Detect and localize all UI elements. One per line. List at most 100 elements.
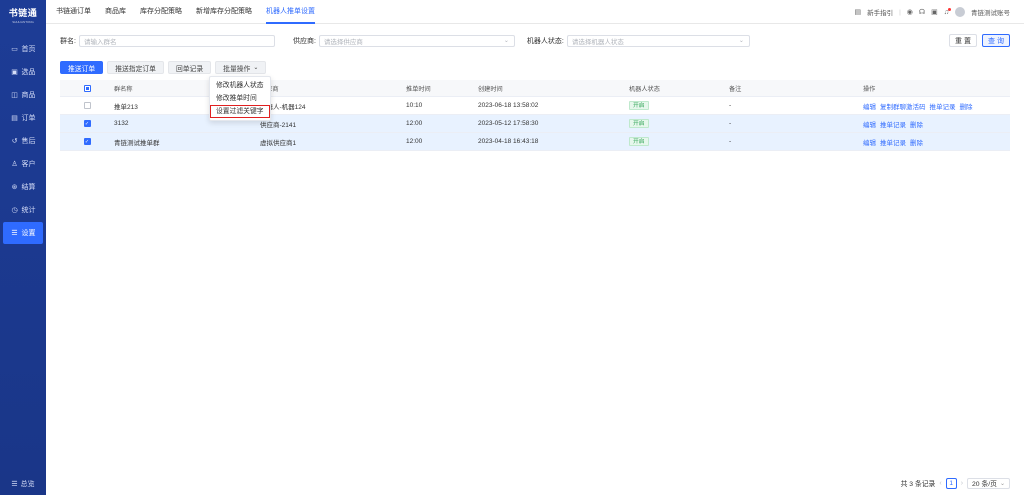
top-bar: 书链通订单 商品库 库存分配策略 新增库存分配策略 机器人推单设置 ▤ 新手指引 | ◉… (46, 0, 1024, 24)
group-name-placeholder: 请输入群名 (83, 39, 117, 46)
select-all-checkbox[interactable] (83, 84, 91, 92)
chevron-down-icon: ⌄ (738, 38, 744, 44)
row-action-link[interactable]: 推单记录 (930, 104, 956, 111)
sidebar-item-overview[interactable]: ☰ 总览 (0, 479, 46, 489)
chevron-down-icon: ⌄ (503, 38, 509, 44)
top-tab-4[interactable]: 机器人推单设置 (266, 0, 315, 24)
push-order-button[interactable]: 推送订单 (60, 61, 104, 74)
top-tab-1[interactable]: 商品库 (105, 0, 126, 24)
sidebar-item-after-sale[interactable]: ↺ 售后 (0, 130, 46, 152)
cell-created-time: 2023-05-12 17:58:30 (478, 120, 539, 127)
cell-robot-status: 开启 (629, 137, 729, 146)
top-nav: 书链通订单 商品库 库存分配策略 新增库存分配策略 机器人推单设置 (56, 0, 315, 24)
logo-subtitle: SHULIANTONG (12, 20, 34, 24)
robot-status-select[interactable]: 请选择机器人状态 ⌄ (566, 35, 750, 47)
group-name-label: 群名: (60, 38, 76, 45)
table-row: 推单213 机器人-机器124 10:10 2023-06-18 13:58:02 开启… (60, 97, 1010, 115)
sidebar: 书链通 SHULIANTONG ▭ 首页 ▣ 选品 ◫ 商品 ▤ 订单 ↺ 售后 ♙ 客户 ⊛ 结算 ◷ 统计… (0, 0, 46, 495)
prev-page-icon[interactable]: ‹ (939, 480, 941, 487)
row-action-link[interactable]: 推单记录 (880, 140, 906, 147)
row-action-link[interactable]: 推单记录 (880, 122, 906, 129)
cell-created-time: 2023-04-18 16:43:18 (478, 138, 539, 145)
avatar[interactable] (955, 7, 965, 17)
row-checkbox[interactable]: ✓ (83, 120, 91, 127)
supplier-placeholder: 请选择供应商 (323, 39, 363, 46)
sidebar-item-label: 选品 (21, 69, 36, 76)
sidebar-item-select[interactable]: ▣ 选品 (0, 61, 46, 83)
header-created-time: 创建时间 (478, 85, 503, 93)
batch-operations-button[interactable]: 批量操作 ⌄ (215, 61, 267, 74)
row-checkbox[interactable]: ✓ (83, 138, 91, 145)
row-action-link[interactable]: 编辑 (863, 104, 876, 111)
reply-records-button[interactable]: 回单记录 (167, 61, 212, 74)
guide-icon[interactable]: ▤ (854, 8, 861, 16)
logo-title: 书链通 (8, 8, 38, 18)
cell-push-time: 10:10 (406, 102, 423, 109)
group-name-input[interactable]: 请输入群名 (78, 35, 275, 47)
header-operations: 操作 (863, 85, 876, 93)
cell-robot-status: 开启 (629, 101, 729, 110)
main-content: 群名: 请输入群名 供应商: 请选择供应商 ⌄ 机器人状态: 请选择机器人状态 … (46, 24, 1024, 495)
app-logo[interactable]: 书链通 SHULIANTONG (0, 0, 46, 30)
sidebar-item-stats[interactable]: ◷ 统计 (0, 199, 46, 221)
cell-supplier: 供应商-2141 (260, 121, 297, 129)
sidebar-item-order[interactable]: ▤ 订单 (0, 107, 46, 129)
sidebar-item-monitor[interactable]: ▭ 首页 (0, 38, 46, 60)
settlement-icon: ⊛ (11, 184, 18, 191)
sidebar-item-label: 统计 (21, 207, 36, 214)
select-icon: ▣ (11, 69, 18, 76)
user-name[interactable]: 青链测试账号 (971, 7, 1010, 17)
page-number[interactable]: 1 (945, 477, 957, 489)
after-sale-icon: ↺ (11, 138, 18, 145)
bell-icon[interactable]: ♫ (944, 7, 951, 16)
row-action-link[interactable]: 编辑 (863, 122, 876, 129)
cell-remark: - (729, 120, 732, 127)
sidebar-item-label: 客户 (21, 161, 36, 168)
eye-icon[interactable]: ◉ (907, 8, 913, 16)
page-size-label: 20 条/页 (972, 481, 997, 488)
sidebar-item-settlement[interactable]: ⊛ 结算 (0, 176, 46, 198)
sidebar-item-goods[interactable]: ◫ 商品 (0, 84, 46, 106)
table-row: ✓ 青链测试推单群 虚拟供应商1 12:00 2023-04-18 16:43:18 开启… (60, 133, 1010, 151)
row-action-link[interactable]: 复制群聊激活码 (880, 104, 926, 111)
sidebar-item-label: 总览 (20, 481, 35, 488)
top-tab-0[interactable]: 书链通订单 (56, 0, 91, 24)
next-page-icon[interactable]: › (961, 480, 963, 487)
row-action-link[interactable]: 删除 (910, 140, 923, 147)
supplier-select[interactable]: 请选择供应商 ⌄ (318, 35, 515, 47)
row-checkbox[interactable] (83, 102, 91, 109)
sidebar-item-label: 设置 (21, 230, 36, 237)
cell-group-name: 青链测试推单群 (114, 139, 160, 147)
guide-link[interactable]: 新手指引 (867, 7, 893, 17)
pagination: 共 3 条记录 ‹ 1 › 20 条/页 ⌄ (901, 477, 1010, 489)
headset-icon[interactable]: ☊ (919, 8, 925, 16)
top-tab-2[interactable]: 库存分配策略 (140, 0, 182, 24)
header-supplier: 供应商 (260, 84, 406, 93)
table-header: 群名称 供应商 推单时间 创建时间 机器人状态 备注 操作 (60, 80, 1010, 97)
row-action-link[interactable]: 删除 (910, 122, 923, 129)
chevron-down-icon: ⌄ (253, 65, 259, 71)
batch-menu-item[interactable]: 修改机器人状态 (210, 79, 270, 92)
page-size-select[interactable]: 20 条/页 ⌄ (967, 477, 1010, 489)
settings-icon: ☰ (11, 230, 18, 237)
menu-icon: ☰ (11, 481, 18, 488)
batch-menu-item[interactable]: 修改推单时间 (210, 92, 270, 105)
row-action-link[interactable]: 删除 (960, 104, 973, 111)
status-badge: 开启 (629, 137, 649, 146)
row-action-link[interactable]: 编辑 (863, 140, 876, 147)
sidebar-item-label: 订单 (21, 115, 36, 122)
robot-status-label: 机器人状态: (526, 38, 564, 45)
header-push-time: 推单时间 (406, 85, 431, 93)
message-icon[interactable]: ▣ (931, 8, 938, 16)
reset-button[interactable]: 重 置 (949, 34, 977, 47)
push-specified-order-button[interactable]: 推送指定订单 (107, 61, 164, 74)
sidebar-item-customer[interactable]: ♙ 客户 (0, 153, 46, 175)
sidebar-nav: ▭ 首页 ▣ 选品 ◫ 商品 ▤ 订单 ↺ 售后 ♙ 客户 ⊛ 结算 ◷ 统计 ☰ 设置 (0, 38, 46, 244)
cell-created-time: 2023-06-18 13:58:02 (478, 102, 539, 109)
batch-menu-item[interactable]: 设置过滤关键字 (210, 105, 270, 118)
top-tab-3[interactable]: 新增库存分配策略 (196, 0, 252, 24)
cell-operations: 编辑 复制群聊激活码 推单记录 删除 (863, 101, 1010, 111)
query-button[interactable]: 查 询 (982, 34, 1010, 47)
sidebar-item-settings[interactable]: ☰ 设置 (3, 222, 43, 244)
cell-robot-status: 开启 (629, 119, 729, 128)
